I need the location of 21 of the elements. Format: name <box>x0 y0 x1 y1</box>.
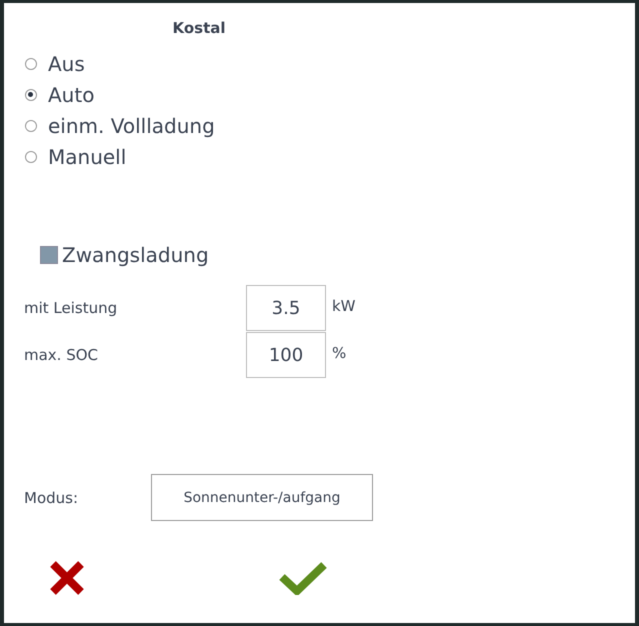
radio-label[interactable]: Aus <box>48 52 85 76</box>
mode-button[interactable]: Sonnenunter-/aufgang <box>151 474 373 521</box>
radio-button[interactable] <box>25 151 37 163</box>
checkbox-label[interactable]: Zwangsladung <box>62 243 209 267</box>
radio-button[interactable] <box>25 58 37 70</box>
checkbox[interactable] <box>40 246 58 264</box>
radio-label[interactable]: Manuell <box>48 145 126 169</box>
radio-label[interactable]: Auto <box>48 83 94 107</box>
unit-label: kW <box>332 297 357 315</box>
radio-button[interactable] <box>25 120 37 132</box>
field-label: Modus: <box>24 488 80 506</box>
input-field[interactable]: 100 <box>246 332 326 378</box>
field-label: mit Leistung <box>24 298 118 316</box>
radio-label[interactable]: einm. Vollladung <box>48 114 215 138</box>
checkmark-icon[interactable] <box>279 561 327 595</box>
field-label: max. SOC <box>24 346 100 364</box>
dialog-title: Kostal <box>171 19 227 37</box>
radio-button[interactable] <box>25 89 37 101</box>
unit-label: % <box>332 344 348 362</box>
input-field[interactable]: 3.5 <box>246 285 326 331</box>
cancel-icon[interactable] <box>48 559 86 597</box>
